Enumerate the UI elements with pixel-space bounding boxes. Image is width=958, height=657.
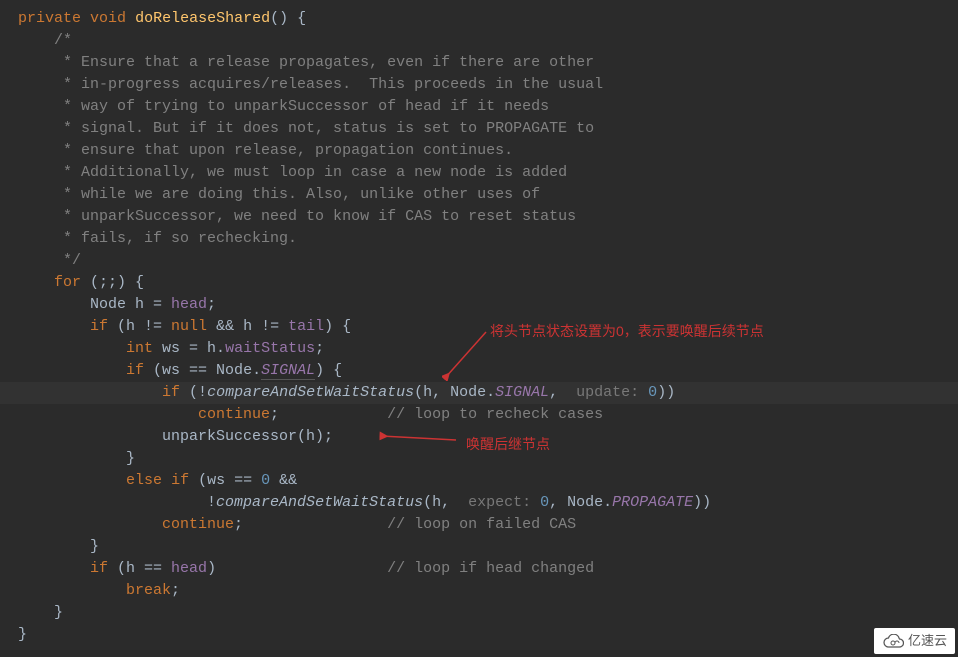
method-cas: compareAndSetWaitStatus bbox=[207, 384, 414, 401]
code-line-5: * way of trying to unparkSuccessor of he… bbox=[18, 96, 958, 118]
code-line-16: int ws = h.waitStatus; bbox=[18, 338, 958, 360]
code-line-4: * in-progress acquires/releases. This pr… bbox=[18, 74, 958, 96]
code-line-9: * while we are doing this. Also, unlike … bbox=[18, 184, 958, 206]
code-line-25: } bbox=[18, 536, 958, 558]
watermark-text: 亿速云 bbox=[908, 630, 947, 652]
method-name: doReleaseShared bbox=[135, 10, 270, 27]
code-line-7: * ensure that upon release, propagation … bbox=[18, 140, 958, 162]
const-signal: SIGNAL bbox=[261, 362, 315, 380]
code-line-3: * Ensure that a release propagates, even… bbox=[18, 52, 958, 74]
keyword-if: if bbox=[90, 318, 108, 335]
annotation-2: 唤醒后继节点 bbox=[466, 433, 550, 455]
code-line-10: * unparkSuccessor, we need to know if CA… bbox=[18, 206, 958, 228]
keyword-if: if bbox=[171, 472, 189, 489]
annotation-1: 将头节点状态设置为0，表示要唤醒后续节点 bbox=[490, 320, 764, 342]
keyword-void: void bbox=[90, 10, 126, 27]
code-line-18-highlighted: if (!compareAndSetWaitStatus(h, Node.SIG… bbox=[0, 382, 958, 404]
field-tail: tail bbox=[288, 318, 324, 335]
code-line-11: * fails, if so rechecking. bbox=[18, 228, 958, 250]
code-line-1: private void doReleaseShared() { bbox=[18, 8, 958, 30]
keyword-break: break bbox=[126, 582, 171, 599]
param-hint-update: update: bbox=[567, 384, 648, 401]
keyword-else: else bbox=[126, 472, 162, 489]
keyword-continue: continue bbox=[198, 406, 270, 423]
code-line-26: if (h == head) // loop if head changed bbox=[18, 558, 958, 580]
field-waitstatus: waitStatus bbox=[225, 340, 315, 357]
code-line-12: */ bbox=[18, 250, 958, 272]
keyword-if: if bbox=[90, 560, 108, 577]
code-line-14: Node h = head; bbox=[18, 294, 958, 316]
code-line-23: !compareAndSetWaitStatus(h, expect: 0, N… bbox=[18, 492, 958, 514]
code-line-13: for (;;) { bbox=[18, 272, 958, 294]
code-line-6: * signal. But if it does not, status is … bbox=[18, 118, 958, 140]
field-head: head bbox=[171, 296, 207, 313]
const-signal: SIGNAL bbox=[495, 384, 549, 401]
watermark: 亿速云 bbox=[874, 628, 955, 654]
keyword-if: if bbox=[126, 362, 144, 379]
keyword-private: private bbox=[18, 10, 81, 27]
keyword-int: int bbox=[126, 340, 153, 357]
keyword-for: for bbox=[54, 274, 81, 291]
param-hint-expect: expect: bbox=[459, 494, 540, 511]
code-line-28: } bbox=[18, 602, 958, 624]
code-line-15: if (h != null && h != tail) { bbox=[18, 316, 958, 338]
keyword-continue: continue bbox=[162, 516, 234, 533]
method-cas: compareAndSetWaitStatus bbox=[216, 494, 423, 511]
code-line-19: continue; // loop to recheck cases bbox=[18, 404, 958, 426]
code-line-8: * Additionally, we must loop in case a n… bbox=[18, 162, 958, 184]
code-line-2: /* bbox=[18, 30, 958, 52]
code-line-29: } bbox=[18, 624, 958, 646]
field-head: head bbox=[171, 560, 207, 577]
code-line-22: else if (ws == 0 && bbox=[18, 470, 958, 492]
const-propagate: PROPAGATE bbox=[612, 494, 693, 511]
code-line-24: continue; // loop on failed CAS bbox=[18, 514, 958, 536]
code-line-27: break; bbox=[18, 580, 958, 602]
code-line-17: if (ws == Node.SIGNAL) { bbox=[18, 360, 958, 382]
cloud-icon bbox=[882, 634, 904, 648]
keyword-if: if bbox=[162, 384, 180, 401]
